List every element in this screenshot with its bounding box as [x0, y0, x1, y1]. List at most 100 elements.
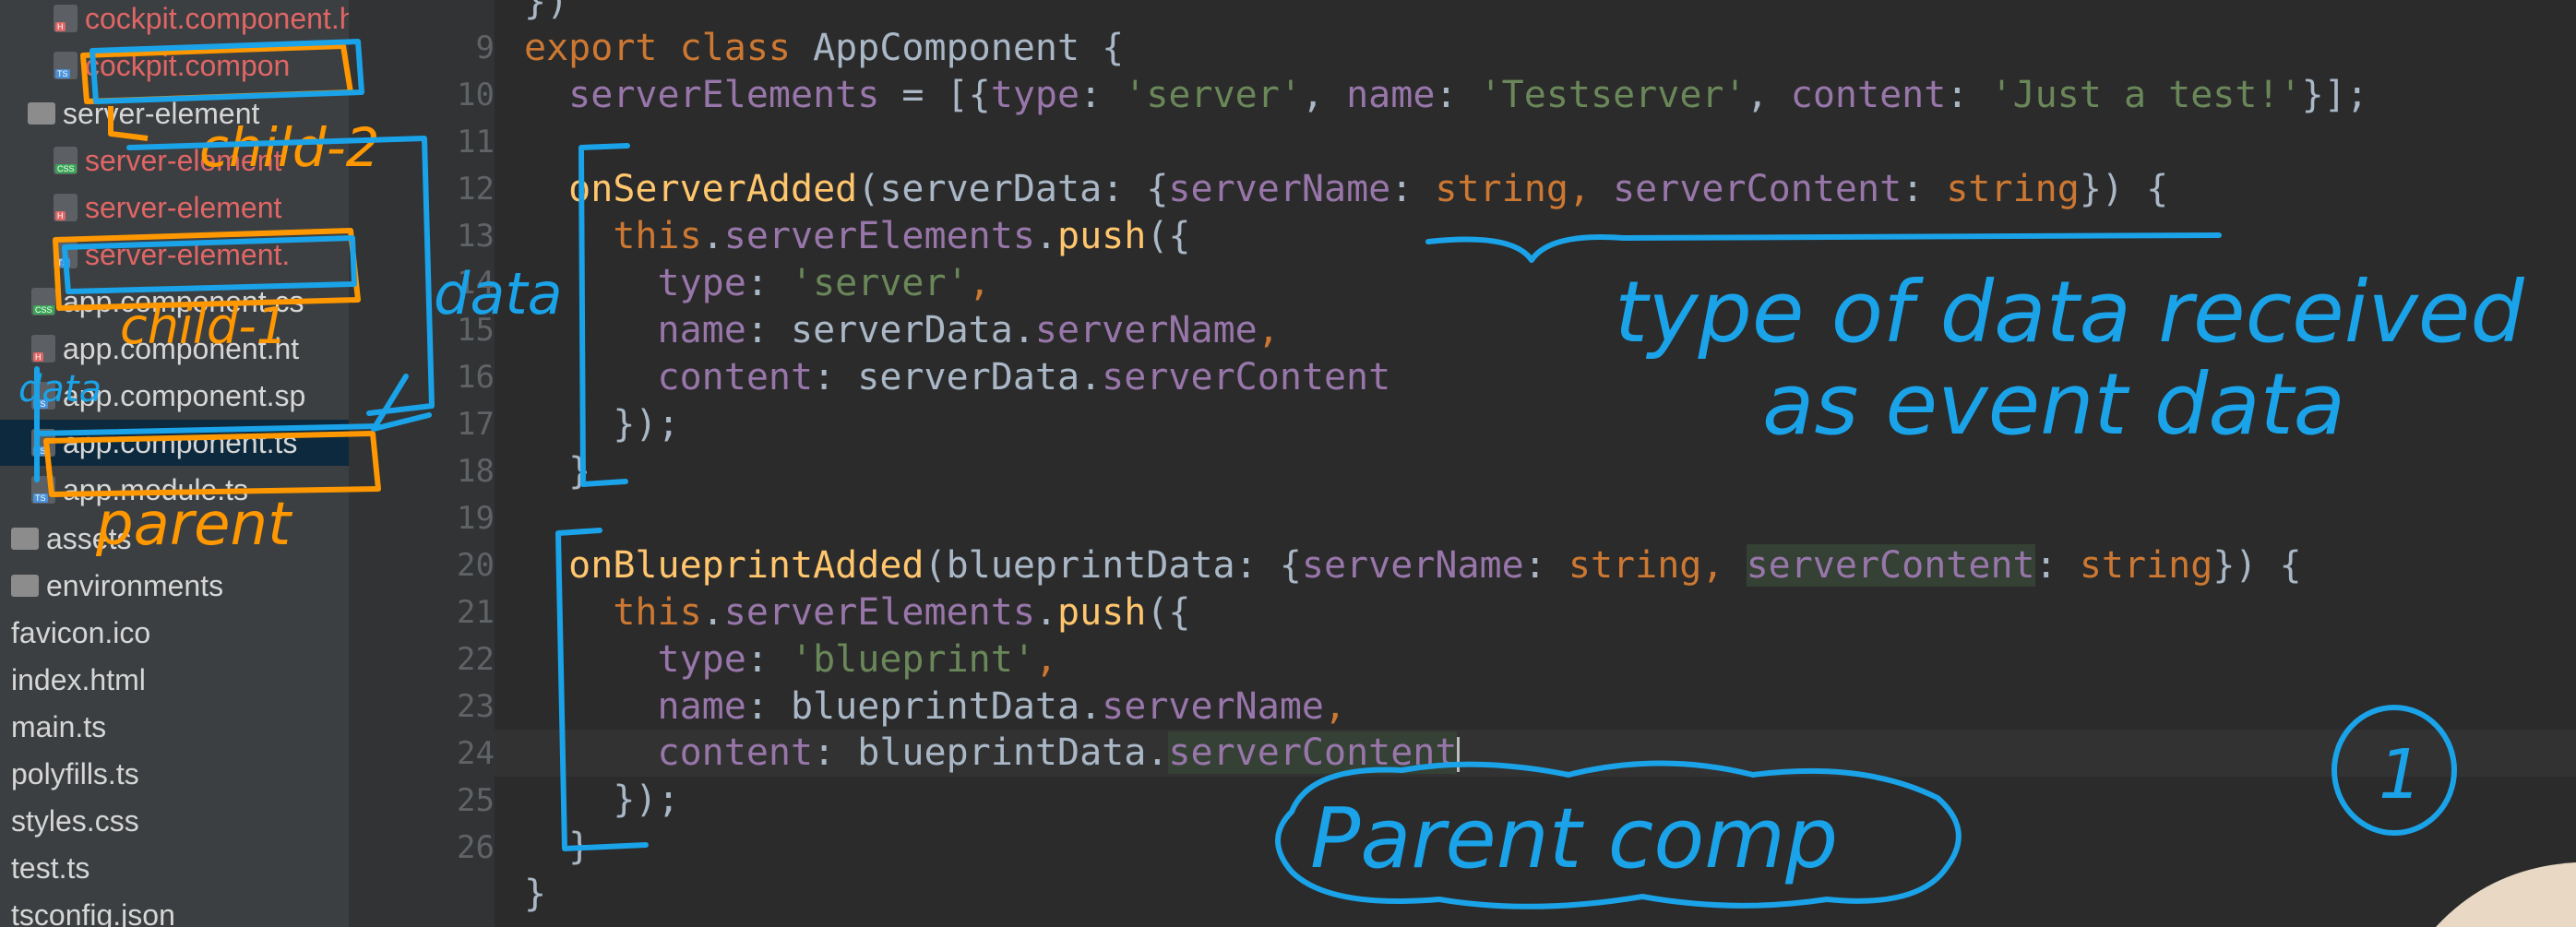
tree-item[interactable]: TS cockpit.compon: [0, 42, 349, 89]
tree-item-label: main.ts: [11, 709, 107, 743]
tree-item-label: server-element: [85, 190, 282, 224]
file-type-tag: CSS: [33, 305, 54, 315]
file-type-tag: CSS: [55, 164, 77, 173]
line-number: 12: [457, 171, 495, 208]
line-number: 13: [457, 218, 495, 255]
text-caret: [1457, 737, 1461, 772]
line-number: 21: [457, 594, 495, 631]
code-line: type: 'server',: [657, 262, 991, 304]
tree-item-label: server-element: [63, 96, 260, 130]
line-number: 19: [457, 500, 495, 537]
tree-item[interactable]: main.ts: [0, 704, 349, 750]
tree-item[interactable]: index.html: [0, 657, 349, 703]
code-line: onBlueprintAdded(blueprintData: {serverN…: [568, 544, 2302, 587]
tree-item[interactable]: TS app.component.ts: [0, 420, 349, 466]
file-icon: TS: [54, 241, 78, 268]
tree-item[interactable]: Happ.component.ht: [0, 326, 349, 372]
file-icon: TS: [31, 476, 55, 504]
code-line: }): [524, 0, 569, 23]
tree-item[interactable]: tsconfig.json: [0, 892, 349, 927]
tree-item[interactable]: assets: [0, 516, 349, 562]
line-number: 18: [457, 453, 495, 490]
code-line: content: serverData.serverContent: [657, 356, 1391, 398]
tree-item-label: tsconfig.json: [11, 897, 175, 927]
tree-item-label: app.module.ts: [63, 472, 249, 506]
file-type-tag: H: [33, 352, 43, 362]
code-editor[interactable]: }) export class AppComponent { serverEle…: [495, 0, 2576, 927]
file-type-tag: H: [55, 22, 66, 31]
file-icon: TS: [31, 382, 55, 410]
line-number: 26: [457, 829, 495, 866]
tree-item[interactable]: CSS server-element: [0, 137, 349, 184]
tree-item[interactable]: environments: [0, 563, 349, 609]
tree-item[interactable]: TS app.module.ts: [0, 467, 349, 513]
line-number: 16: [457, 359, 495, 396]
code-line: export class AppComponent {: [524, 27, 1125, 69]
code-line: }: [524, 873, 547, 915]
folder-icon: [28, 102, 55, 125]
code-line: type: 'blueprint',: [657, 638, 1058, 681]
code-line: onServerAdded(serverData: {serverName: s…: [568, 168, 2169, 210]
line-number: 17: [457, 406, 495, 443]
code-line: });: [613, 403, 680, 446]
folder-icon: [11, 575, 39, 597]
file-type-tag: TS: [55, 258, 70, 267]
line-number: 23: [457, 688, 495, 725]
tree-item-label: styles.css: [11, 803, 139, 838]
file-icon: TS: [31, 429, 55, 457]
tree-item[interactable]: TS server-element.: [0, 232, 349, 278]
tree-item[interactable]: favicon.ico: [0, 610, 349, 656]
file-icon: H: [54, 194, 78, 221]
tree-item-label: index.html: [11, 662, 146, 696]
line-number: 20: [457, 547, 495, 584]
file-icon: H: [54, 5, 78, 32]
code-line: });: [613, 778, 680, 821]
tree-item-label: server-element: [85, 143, 282, 177]
tree-item-label: cockpit.component.html: [85, 1, 349, 35]
file-type-tag: TS: [55, 69, 70, 78]
tree-item[interactable]: Hcockpit.component.html: [0, 0, 349, 42]
project-tree: Hcockpit.component.html TS cockpit.compon s…: [0, 0, 349, 927]
file-type-tag: H: [55, 211, 66, 220]
tree-item[interactable]: Hserver-element: [0, 184, 349, 231]
tree-item[interactable]: server-element: [0, 90, 349, 137]
tree-item-label: environments: [46, 568, 224, 602]
line-number-gutter: 9 10 11 12 13 14 15 16 17 18 19 20 21 22 23 24 25 26: [349, 0, 495, 927]
file-icon: TS: [54, 52, 78, 79]
line-number: 10: [457, 77, 495, 113]
tree-item-label: test.ts: [11, 850, 90, 885]
code-line: this.serverElements.push({: [613, 215, 1191, 257]
tree-item-label: cockpit.compon: [85, 48, 291, 82]
line-number: 24: [457, 735, 495, 772]
tree-item-label: app.component.sp: [63, 378, 306, 412]
tree-item[interactable]: test.ts: [0, 845, 349, 891]
line-number: 15: [457, 312, 495, 349]
code-line: name: blueprintData.serverName,: [657, 685, 1347, 728]
line-number: 9: [475, 30, 495, 66]
line-number: 25: [457, 782, 495, 819]
tree-item[interactable]: polyfills.ts: [0, 751, 349, 797]
code-line: content: blueprintData.serverContent: [524, 730, 1461, 777]
tree-item-label: app.component.cs: [63, 284, 304, 318]
tree-item-label: app.component.ht: [63, 331, 300, 365]
line-number: 22: [457, 641, 495, 678]
tree-item[interactable]: CSS app.component.cs: [0, 279, 349, 325]
file-icon: CSS: [54, 147, 78, 174]
code-line: serverElements = [{type: 'server', name:…: [568, 74, 2368, 116]
code-line: name: serverData.serverName,: [657, 309, 1280, 351]
tree-item-label: app.component.ts: [63, 425, 298, 459]
code-line: }: [568, 826, 591, 868]
file-type-tag: TS: [33, 446, 48, 456]
code-line: this.serverElements.push({: [613, 591, 1191, 634]
file-icon: H: [31, 335, 55, 362]
tree-item[interactable]: TS app.component.sp: [0, 373, 349, 419]
tree-item[interactable]: styles.css: [0, 798, 349, 844]
tree-item-label: assets: [46, 521, 132, 555]
line-number: 14: [457, 265, 495, 302]
folder-icon: [11, 528, 39, 550]
tree-item-label: polyfills.ts: [11, 756, 139, 790]
tree-item-label: server-element.: [85, 237, 291, 271]
code-line: }: [568, 450, 591, 493]
file-type-tag: TS: [33, 493, 48, 503]
line-number: 11: [457, 124, 495, 160]
